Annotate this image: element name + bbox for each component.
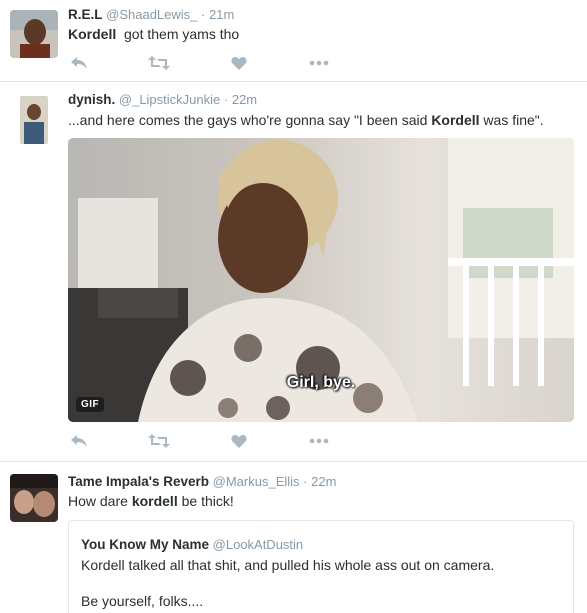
tweet-header: dynish. @_LipstickJunkie · 22m [68, 92, 257, 107]
reply-icon[interactable] [68, 432, 90, 450]
author-name[interactable]: dynish. [68, 92, 115, 107]
author-handle[interactable]: @Markus_Ellis [213, 474, 300, 489]
tweet-text: ...and here comes the gays who're gonna … [68, 112, 544, 128]
keyword-highlight: Kordell [68, 26, 117, 42]
more-icon[interactable] [308, 54, 330, 72]
keyword-highlight: Kordell [431, 112, 480, 128]
tweet-text: How dare kordell be thick! [68, 493, 234, 509]
tweet[interactable]: dynish. @_LipstickJunkie · 22m ...and he… [0, 82, 587, 462]
avatar[interactable] [10, 474, 58, 522]
more-icon[interactable] [308, 432, 330, 450]
tweet-text-body: got them yams tho [116, 26, 240, 42]
tweet-text-body: was fine". [479, 112, 544, 128]
gif-media[interactable]: Girl, bye. GIF [68, 138, 574, 422]
quoted-author-name[interactable]: You Know My Name [81, 537, 209, 552]
tweet-text: Kordell got them yams tho [68, 26, 239, 42]
quoted-tweet-text: Kordell talked all that shit, and pulled… [81, 557, 495, 573]
tweet-text-body: How dare [68, 493, 132, 509]
tweet-header: R.E.L @ShaadLewis_ · 21m [68, 7, 234, 22]
gif-caption: Girl, bye. [286, 374, 356, 391]
retweet-icon[interactable] [148, 432, 170, 450]
tweet[interactable]: Tame Impala's Reverb @Markus_Ellis · 22m… [0, 462, 587, 613]
separator: · [201, 7, 206, 22]
author-handle[interactable]: @_LipstickJunkie [119, 92, 220, 107]
retweet-icon[interactable] [148, 54, 170, 72]
gif-badge: GIF [76, 397, 105, 412]
tweet-text-body: be thick! [177, 493, 234, 509]
like-icon[interactable] [228, 432, 250, 450]
timestamp[interactable]: 22m [311, 474, 336, 489]
separator: · [303, 474, 308, 489]
author-name[interactable]: Tame Impala's Reverb [68, 474, 209, 489]
avatar[interactable] [20, 96, 48, 144]
timestamp[interactable]: 21m [209, 7, 234, 22]
separator: · [223, 92, 229, 107]
timestamp[interactable]: 22m [232, 92, 257, 107]
author-name[interactable]: R.E.L [68, 7, 103, 22]
quoted-tweet-header: You Know My Name @LookAtDustin [81, 537, 303, 552]
author-handle[interactable]: @ShaadLewis_ [106, 7, 197, 22]
quoted-tweet-text: Be yourself, folks.... [81, 593, 204, 609]
quoted-author-handle[interactable]: @LookAtDustin [213, 537, 304, 552]
tweet-actions [68, 54, 348, 72]
tweet-header: Tame Impala's Reverb @Markus_Ellis · 22m [68, 474, 336, 489]
like-icon[interactable] [228, 54, 250, 72]
tweet-text-body: ...and here comes the gays who're gonna … [68, 112, 432, 128]
keyword-highlight: kordell [131, 493, 178, 509]
avatar[interactable] [10, 10, 58, 58]
tweet-actions [68, 432, 348, 450]
reply-icon[interactable] [68, 54, 90, 72]
tweet[interactable]: R.E.L @ShaadLewis_ · 21m Kordell got the… [0, 0, 587, 82]
quoted-tweet[interactable]: You Know My Name @LookAtDustin Kordell t… [68, 520, 574, 613]
